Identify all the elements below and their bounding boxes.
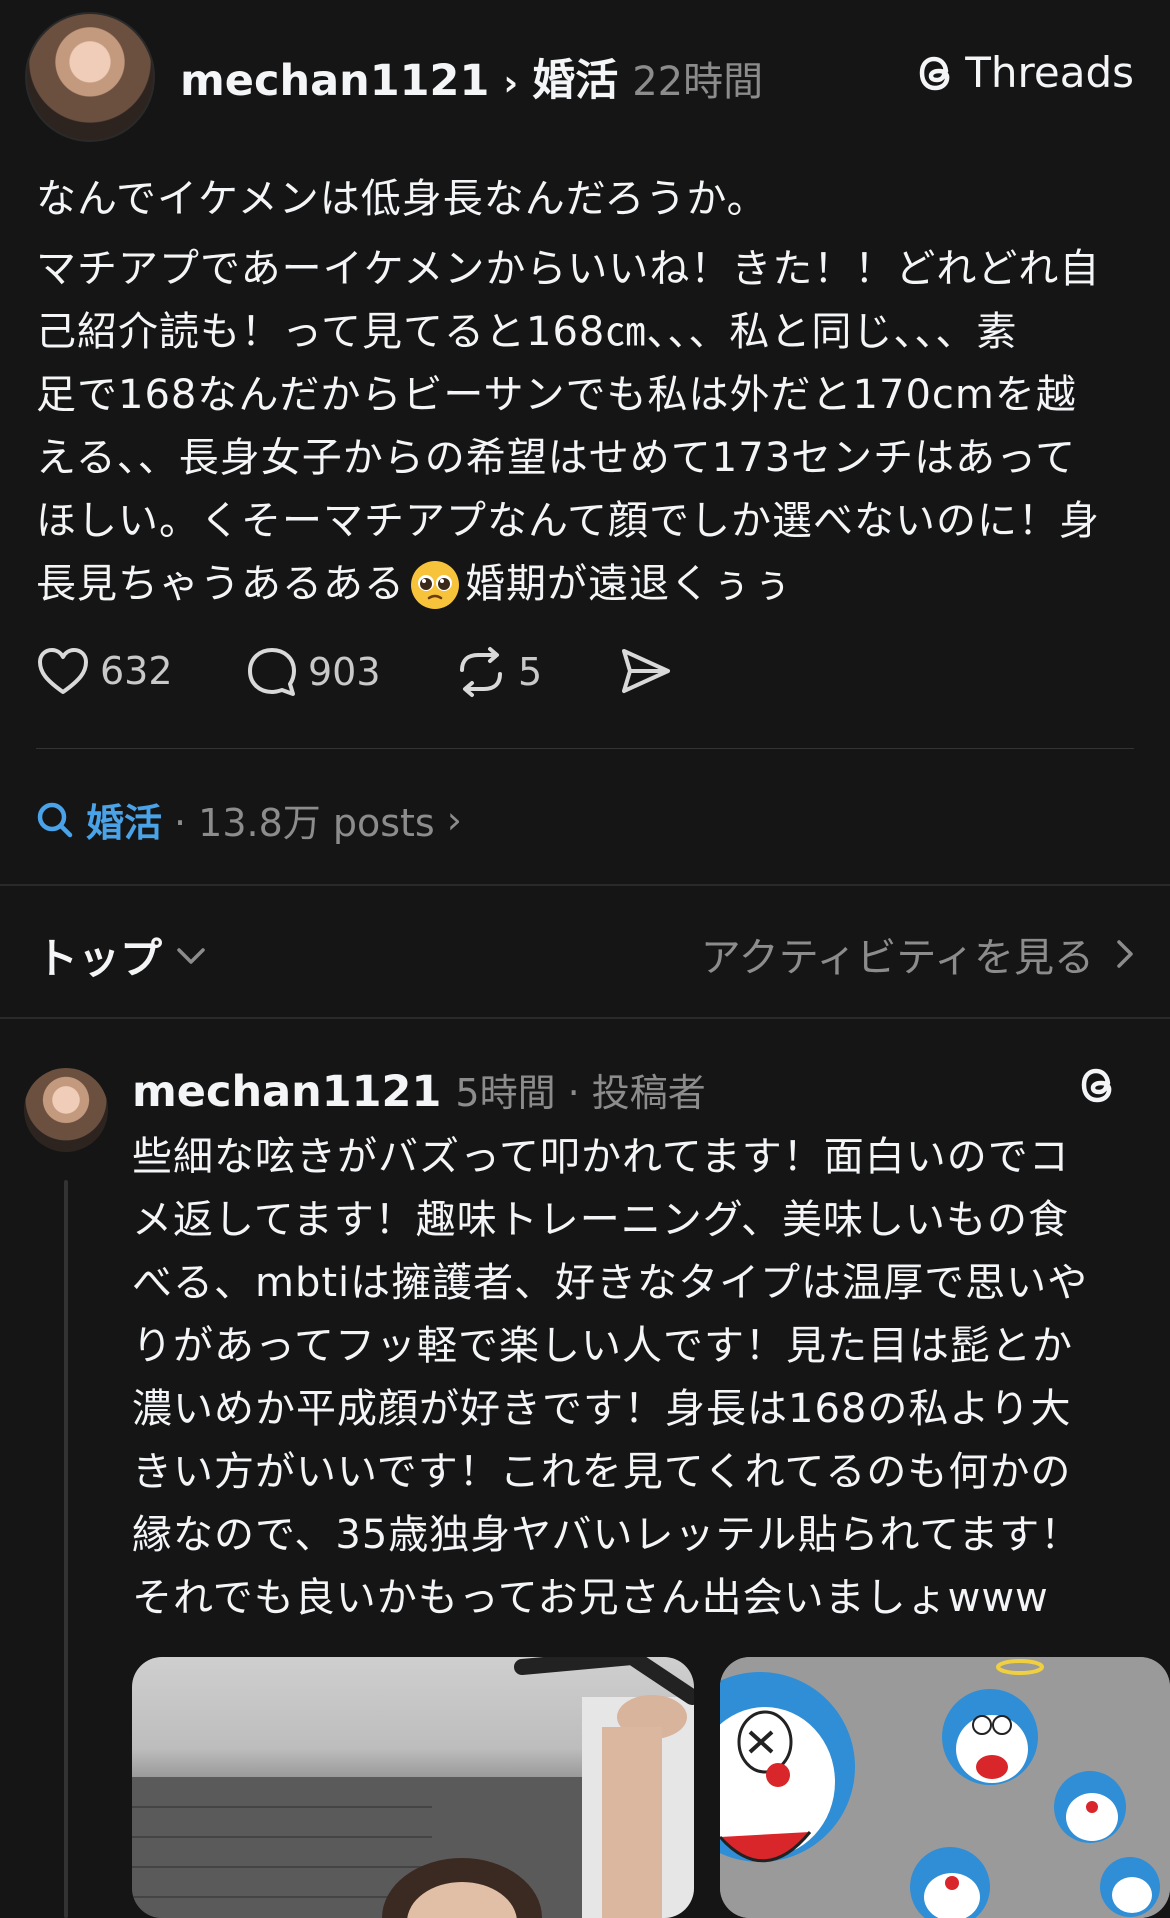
reply-body-line: 縁なので、35歳独身ヤバいレッテル貼られてます！: [132, 1512, 1082, 1558]
post-body-segment: 長見ちゃうあるある: [36, 561, 405, 607]
sort-label: トップ: [36, 934, 163, 983]
chevron-down-icon: [177, 947, 205, 964]
repost-icon: [460, 647, 502, 697]
reply-body-line: それでも良いかもってお兄さん出会いましょwww: [132, 1575, 1049, 1621]
divider: [36, 748, 1134, 749]
author-avatar[interactable]: [25, 12, 155, 142]
threads-brand-label: Threads: [965, 48, 1134, 97]
post-body-line: マチアプであーイケメンからいいね！きた！！どれどれ自: [36, 246, 1101, 292]
heart-icon: [38, 648, 88, 694]
reply-photo-gym[interactable]: [132, 1657, 694, 1918]
share-button[interactable]: [618, 646, 672, 696]
reply-body-line: 濃いめか平成顔が好きです！身長は168の私より大: [132, 1386, 1072, 1432]
reply-header: mechan1121 5時間 · 投稿者: [132, 1062, 706, 1117]
post-body-line: える、、長身女子からの希望はせめて173センチはあって: [36, 435, 1077, 481]
topic-link-tag: 婚活: [86, 801, 163, 845]
sort-dropdown[interactable]: トップ: [36, 925, 206, 986]
author-username[interactable]: mechan1121: [180, 56, 489, 106]
reply-author-avatar[interactable]: [24, 1068, 108, 1152]
post-body-line: ほしい。くそーマチアプなんて顔でしか選べないのに！身: [36, 498, 1100, 544]
topic-tag[interactable]: 婚活: [532, 46, 618, 108]
threads-logo-icon: [1081, 1068, 1112, 1103]
reply-body-line: べる、mbtiは擁護者、好きなタイプは温厚で思いや: [132, 1260, 1089, 1306]
threads-logo-button[interactable]: [1074, 1060, 1120, 1114]
view-activity-link[interactable]: アクティビティを見る: [701, 925, 1134, 983]
post-header: mechan1121 › 婚活 22時間: [180, 46, 763, 108]
view-activity-label: アクティビティを見る: [700, 935, 1094, 981]
repost-button[interactable]: 5: [454, 646, 542, 698]
reply-body-line: 些細な呟きがバズって叩かれてます！面白いのでコ: [132, 1134, 1070, 1180]
post-body-line-last: 長見ちゃうあるある 婚期が遠退くぅぅ: [36, 553, 1136, 616]
reply-body-line: メ返してます！趣味トレーニング、美味しいもの食: [132, 1197, 1069, 1243]
pleading-face-emoji: [411, 560, 459, 609]
post-body-segment: 婚期が遠退くぅぅ: [465, 561, 793, 607]
reply-body-line: きい方がいいです！これを見てくれてるのも何かの: [132, 1449, 1072, 1495]
chevron-right-icon: [1117, 940, 1133, 968]
reply-photo-doraemon[interactable]: [720, 1657, 1170, 1918]
topic-link-count: · 13.8万 posts: [174, 801, 435, 845]
reply-meta: 5時間 · 投稿者: [455, 1071, 706, 1115]
chevron-right-icon: ›: [503, 63, 519, 104]
post-body-line: 己紹介読も！って見てると168㎝、、、私と同じ、、、素: [36, 309, 1018, 355]
post-body-line: 足で168なんだからビーサンでも私は外だと170cmを越: [36, 372, 1077, 418]
post-title-line: なんでイケメンは低身長なんだろうか。: [36, 176, 768, 222]
search-icon: [37, 802, 73, 837]
reply-count: 903: [308, 650, 381, 694]
reply-body-line: りがあってフッ軽で楽しい人です！見た目は髭とか: [132, 1323, 1073, 1369]
threads-brand-link[interactable]: Threads: [913, 48, 1134, 97]
reply-body: 些細な呟きがバズって叩かれてます！面白いのでコ メ返してます！趣味トレーニング、…: [132, 1126, 1122, 1630]
threads-logo-icon: [919, 56, 950, 90]
repost-count: 5: [518, 650, 543, 694]
post-time: 22時間: [632, 59, 764, 105]
chevron-right-icon: ›: [446, 797, 462, 842]
send-icon: [622, 649, 670, 693]
section-divider: [0, 1017, 1170, 1019]
like-count: 632: [100, 649, 173, 693]
reply-button[interactable]: 903: [246, 646, 381, 698]
topic-link[interactable]: 婚活 · 13.8万 posts ›: [36, 792, 462, 847]
reply-author-username[interactable]: mechan1121: [132, 1067, 441, 1117]
section-divider: [0, 884, 1170, 886]
like-button[interactable]: 632: [36, 646, 173, 696]
doraemon-photo-graphic: [720, 1657, 1170, 1918]
comment-bubble-icon: [248, 648, 296, 696]
gym-photo-graphic: [132, 1657, 694, 1918]
thread-line: [64, 1180, 68, 1918]
post-body: マチアプであーイケメンからいいね！きた！！どれどれ自 己紹介読も！って見てると1…: [36, 238, 1136, 616]
